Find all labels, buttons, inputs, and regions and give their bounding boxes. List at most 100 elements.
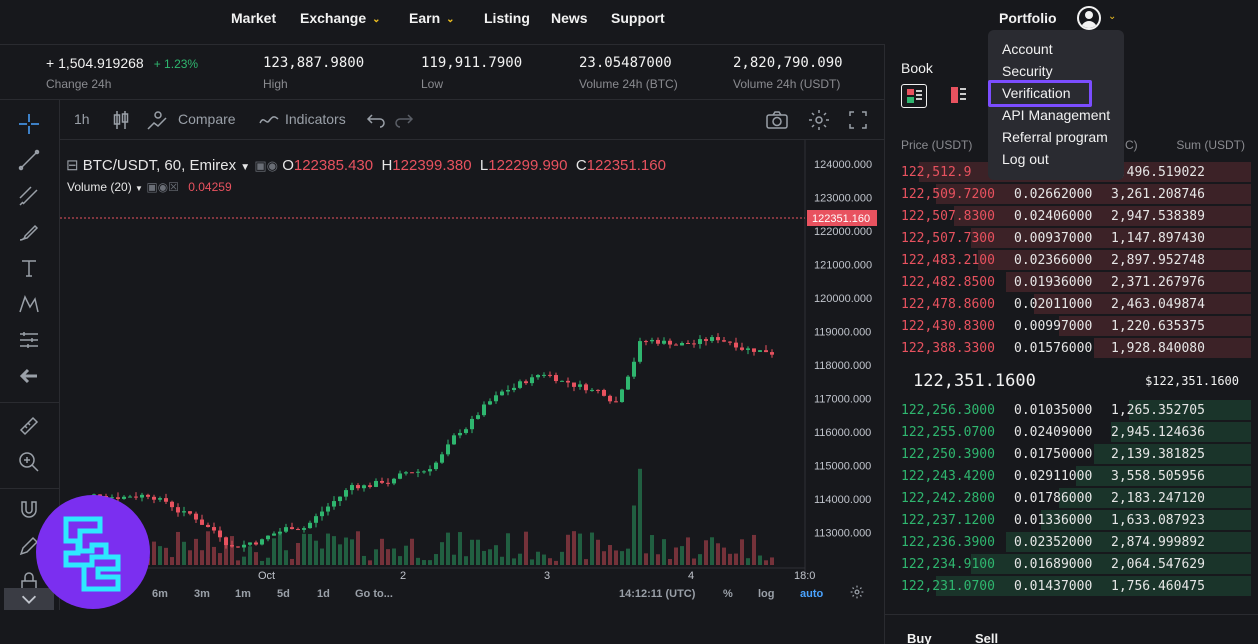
log-toggle[interactable]: log — [758, 588, 775, 600]
candle-type-icon[interactable] — [112, 109, 130, 134]
percent-toggle[interactable]: % — [723, 588, 733, 600]
ask-row[interactable]: 122,509.7200 0.02662000 3,261.208746 — [901, 183, 1251, 205]
collapse-icon[interactable]: ⊟ — [66, 157, 79, 174]
bid-row[interactable]: 122,242.2800 0.01786000 2,183.247120 — [901, 487, 1251, 509]
bid-row[interactable]: 122,256.3000 0.01035000 1,265.352705 — [901, 399, 1251, 421]
range-5d[interactable]: 5d — [277, 588, 290, 600]
volume-bar — [512, 558, 516, 565]
price-chart[interactable]: 124000.000 123000.000 122000.000 121000.000… — [60, 140, 884, 580]
undo-icon[interactable] — [366, 109, 386, 134]
volume-bar — [206, 531, 210, 565]
settings-gear-icon[interactable] — [808, 109, 830, 134]
indicators-icon[interactable] — [258, 109, 280, 134]
trend-line-icon[interactable] — [16, 148, 42, 174]
volume-bar — [452, 554, 456, 565]
volume-bar — [752, 534, 756, 565]
goto-button[interactable]: Go to... — [355, 588, 393, 600]
range-3m[interactable]: 3m — [194, 588, 210, 600]
stat-volume-usdt-label: Volume 24h (USDT) — [733, 77, 841, 91]
chart-symbol[interactable]: BTC/USDT, 60, Emirex — [83, 157, 236, 174]
ask-row[interactable]: 122,507.8300 0.02406000 2,947.538389 — [901, 205, 1251, 227]
nav-news[interactable]: News — [551, 10, 588, 26]
book-view-asks-icon[interactable] — [949, 84, 975, 108]
menu-item-account[interactable]: Account — [1002, 41, 1053, 57]
ask-amount: 0.02662000 — [1014, 187, 1093, 202]
nav-support[interactable]: Support — [611, 10, 665, 26]
volume-settings-icon[interactable]: ▣◉☒ — [146, 180, 179, 194]
candle-body — [470, 418, 474, 430]
bid-row[interactable]: 122,255.0700 0.02409000 2,945.124636 — [901, 421, 1251, 443]
nav-listing[interactable]: Listing — [484, 10, 530, 26]
bid-amount: 0.01035000 — [1014, 403, 1093, 418]
stat-low-label: Low — [421, 77, 444, 91]
bid-amount: 0.01786000 — [1014, 491, 1093, 506]
bid-row[interactable]: 122,234.9100 0.01689000 2,064.547629 — [901, 553, 1251, 575]
pattern-icon[interactable] — [16, 292, 42, 318]
y-tick-label: 113000.000 — [814, 528, 871, 540]
bid-row[interactable]: 122,243.4200 0.02911000 3,558.505956 — [901, 465, 1251, 487]
menu-item-logout[interactable]: Log out — [1002, 151, 1049, 167]
stat-low-value: 119,911.7900 — [421, 55, 523, 71]
fib-channel-icon[interactable] — [16, 184, 42, 210]
candle-body — [284, 527, 288, 532]
interval-selector[interactable]: 1h — [74, 111, 90, 127]
nav-earn[interactable]: Earn ⌄ — [409, 10, 455, 26]
gear-icon[interactable] — [850, 585, 864, 602]
chevron-down-icon[interactable]: ⌄ — [1108, 11, 1116, 22]
fullscreen-icon[interactable] — [848, 109, 868, 134]
indicators-button[interactable]: Indicators — [285, 111, 346, 127]
ask-sum: 1,928.840080 — [1111, 341, 1205, 356]
bid-row[interactable]: 122,231.0700 0.01437000 1,756.460475 — [901, 575, 1251, 597]
nav-label: Market — [231, 10, 277, 26]
candlestick-chart-canvas[interactable]: 124000.000 123000.000 122000.000 121000.000… — [60, 140, 884, 580]
user-avatar-icon[interactable] — [1077, 6, 1101, 30]
caret-down-icon[interactable]: ▼ — [240, 162, 250, 173]
menu-item-security[interactable]: Security — [1002, 63, 1053, 79]
compare-button[interactable]: Compare — [178, 111, 236, 127]
range-1d[interactable]: 1d — [317, 588, 330, 600]
bid-row[interactable]: 122,250.3900 0.01750000 2,139.381825 — [901, 443, 1251, 465]
caret-down-icon[interactable]: ▼ — [135, 184, 143, 193]
buy-tab[interactable]: Buy — [907, 631, 932, 644]
bid-row[interactable]: 122,236.3900 0.02352000 2,874.999892 — [901, 531, 1251, 553]
volume-bar — [200, 550, 204, 565]
zoom-in-icon[interactable] — [16, 450, 42, 476]
auto-toggle[interactable]: auto — [800, 588, 823, 600]
range-6m[interactable]: 6m — [152, 588, 168, 600]
arrow-left-icon[interactable] — [16, 364, 42, 390]
nav-exchange[interactable]: Exchange ⌄ — [300, 10, 381, 26]
menu-item-referral[interactable]: Referral program — [1002, 129, 1108, 145]
candle-body — [254, 542, 258, 545]
ask-row[interactable]: 122,482.8500 0.01936000 2,371.267976 — [901, 271, 1251, 293]
camera-icon[interactable] — [765, 109, 789, 134]
legend-settings-icon[interactable]: ▣◉ — [254, 158, 278, 173]
ask-sum: 1,220.635375 — [1111, 319, 1205, 334]
ruler-icon[interactable] — [16, 414, 42, 440]
candle-body — [452, 435, 456, 445]
volume-bar — [482, 550, 486, 565]
bid-row[interactable]: 122,237.1200 0.01336000 1,633.087923 — [901, 509, 1251, 531]
last-price-tag: 122351.160 — [812, 213, 870, 225]
crosshair-icon[interactable] — [16, 112, 42, 138]
compare-icon[interactable] — [146, 109, 170, 134]
measure-icon[interactable] — [16, 328, 42, 354]
book-view-both-icon[interactable] — [901, 84, 927, 108]
ask-row[interactable]: 122,478.8600 0.02011000 2,463.049874 — [901, 293, 1251, 315]
sell-tab[interactable]: Sell — [975, 631, 998, 644]
ask-amount: 0.01936000 — [1014, 275, 1093, 290]
ask-row[interactable]: 122,483.2100 0.02366000 2,897.952748 — [901, 249, 1251, 271]
bid-price: 122,231.0700 — [901, 579, 995, 594]
ask-row[interactable]: 122,388.3300 0.01576000 1,928.840080 — [901, 337, 1251, 359]
ask-row[interactable]: 122,430.8300 0.00997000 1,220.635375 — [901, 315, 1251, 337]
redo-icon[interactable] — [394, 109, 414, 134]
menu-item-api-management[interactable]: API Management — [1002, 107, 1110, 123]
range-1m[interactable]: 1m — [235, 588, 251, 600]
volume-label[interactable]: Volume (20) — [67, 180, 132, 194]
volume-bar — [284, 550, 288, 565]
nav-portfolio[interactable]: Portfolio — [999, 10, 1057, 26]
ask-row[interactable]: 122,507.7300 0.00937000 1,147.897430 — [901, 227, 1251, 249]
candle-body — [518, 381, 522, 388]
text-tool-icon[interactable] — [16, 256, 42, 282]
brush-icon[interactable] — [16, 220, 42, 246]
nav-market[interactable]: Market — [231, 10, 276, 26]
